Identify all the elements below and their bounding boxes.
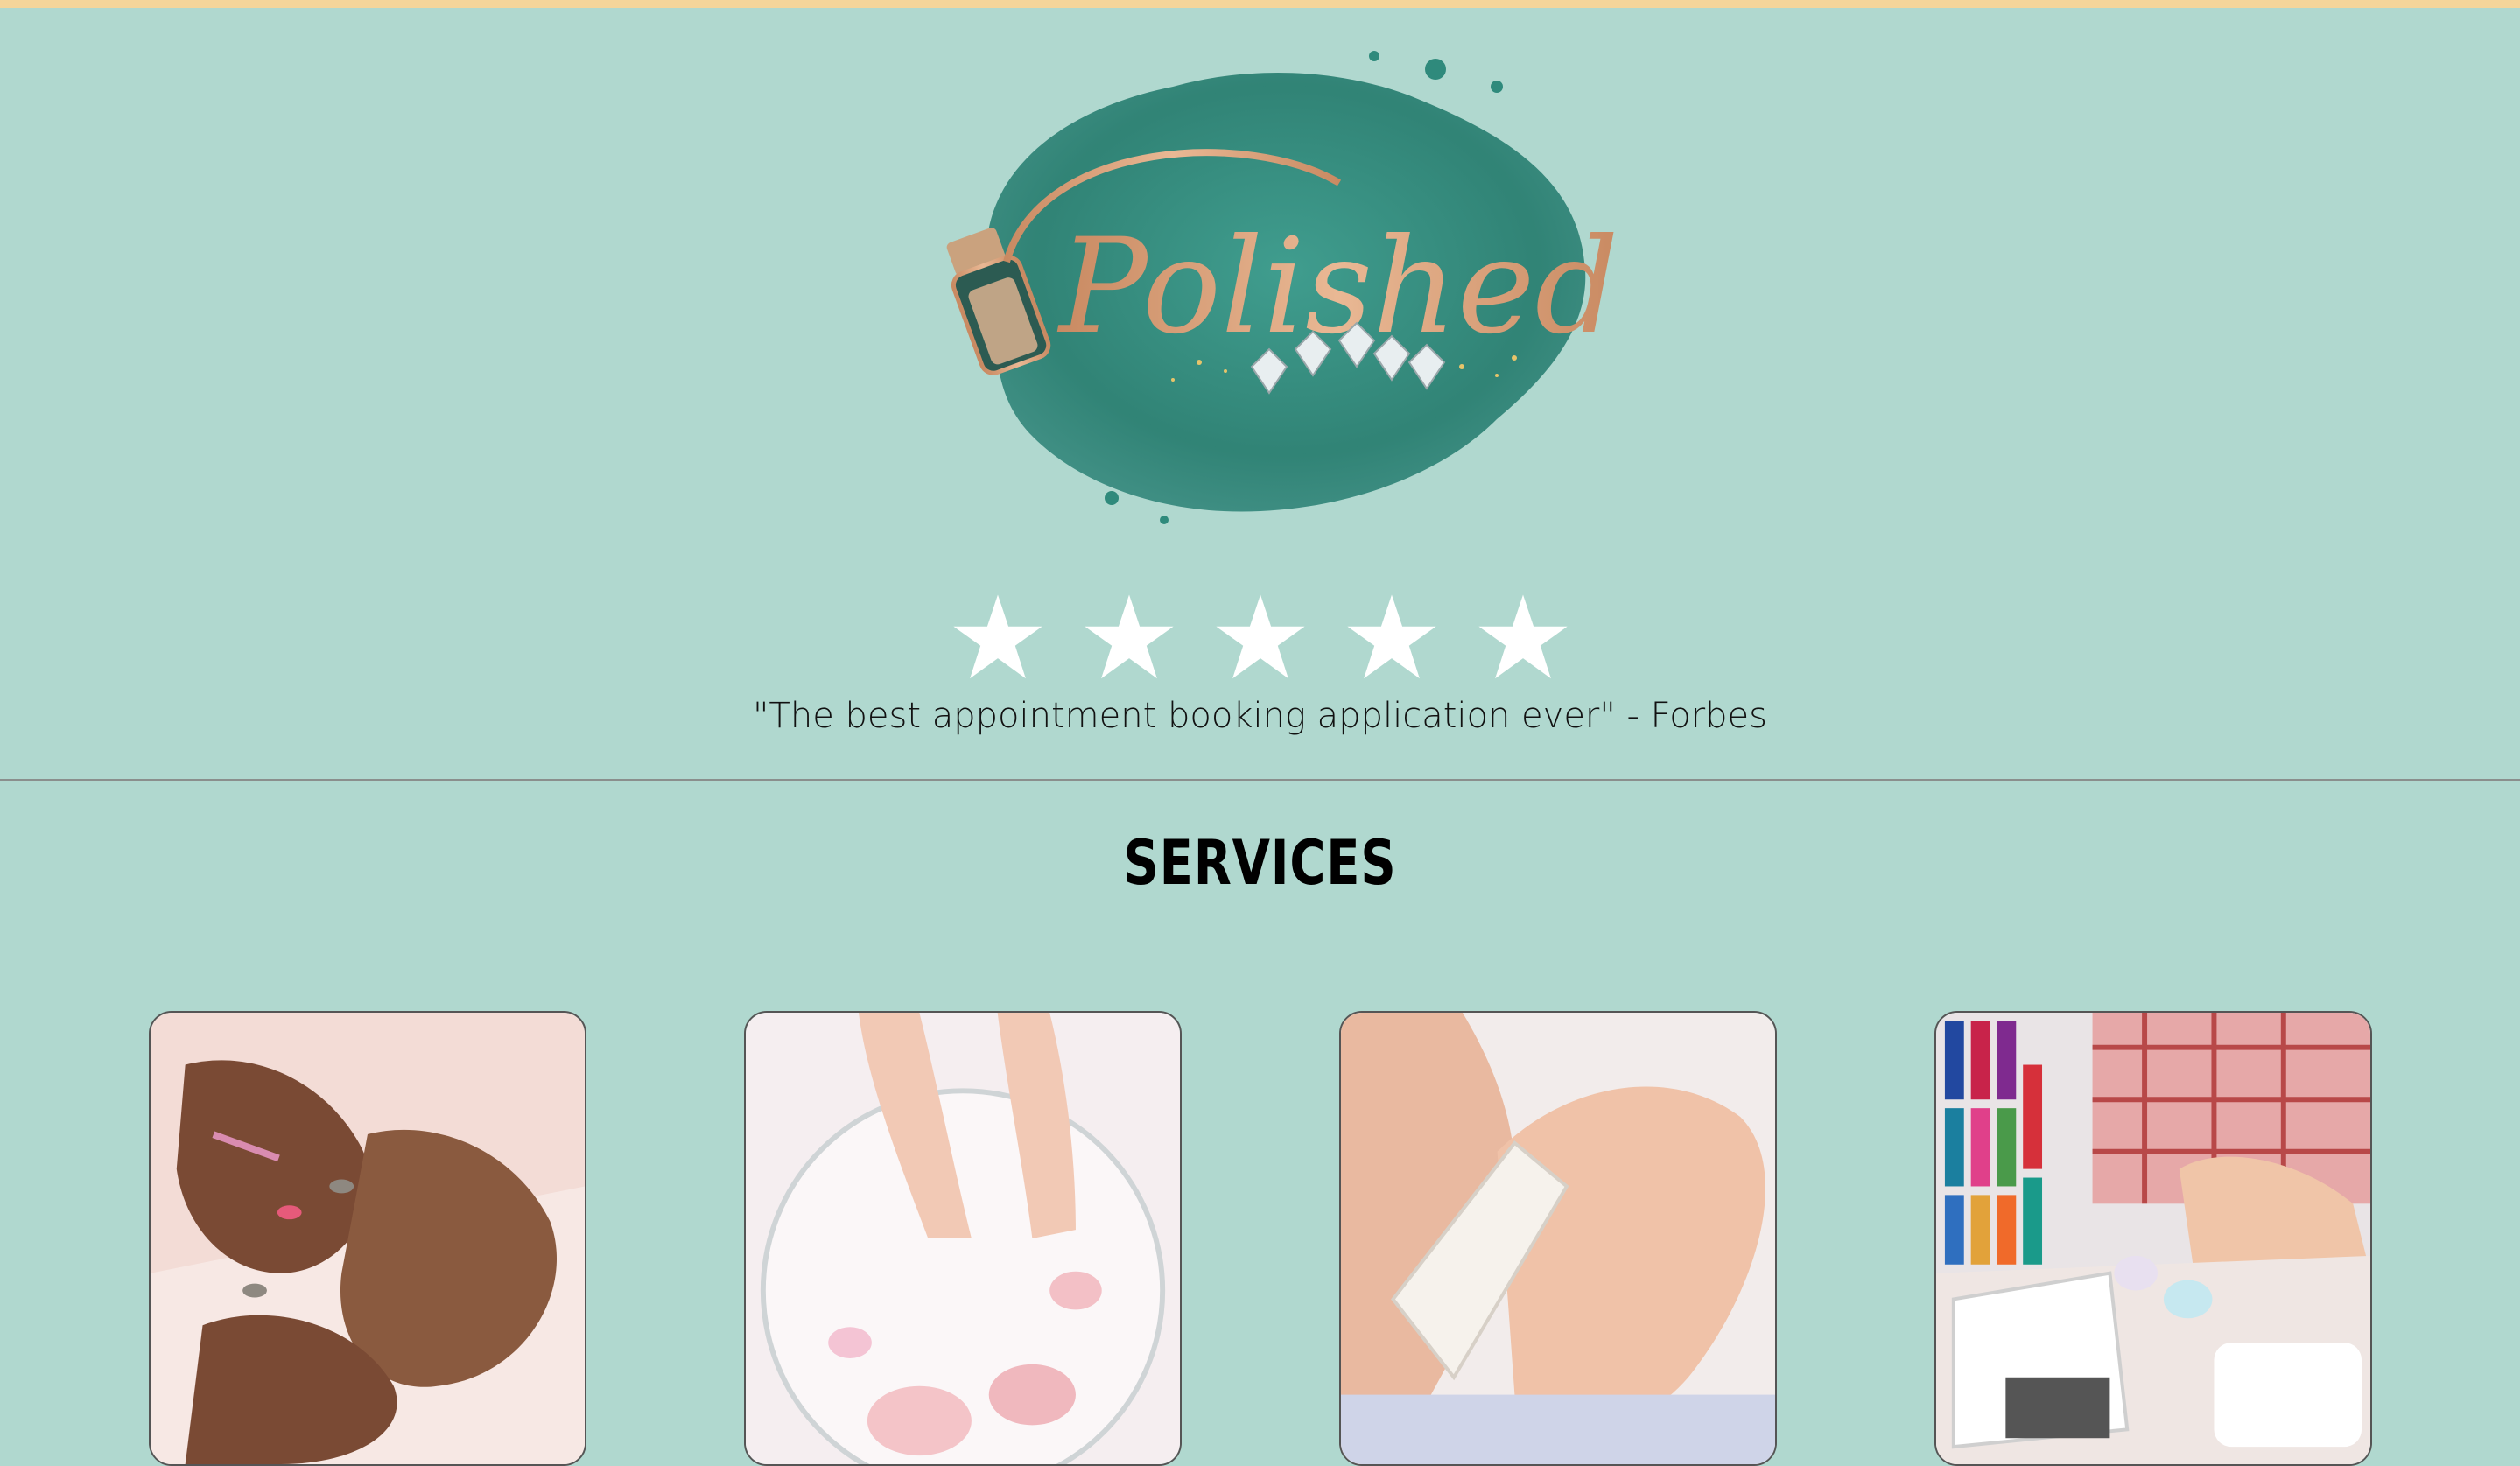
review-quote: "The best appointment booking applicatio… — [753, 696, 1767, 736]
star-icon — [1216, 594, 1305, 679]
hero-section: Polished "The best appointment booking a — [0, 8, 2520, 780]
gel-manicure-image — [1936, 1013, 2370, 1464]
star-icon — [1478, 594, 1568, 679]
star-icon — [1085, 594, 1174, 679]
service-card-gel-manicure[interactable] — [1934, 1011, 2372, 1466]
nail-buffing-image — [1341, 1013, 1775, 1464]
rating-stars — [950, 590, 1571, 686]
star-icon — [1347, 594, 1436, 679]
top-accent-bar — [0, 0, 2520, 8]
polished-logo[interactable]: Polished — [884, 34, 1619, 542]
section-divider — [0, 779, 2520, 781]
service-card-manicure-polish[interactable] — [149, 1011, 586, 1466]
svg-text:Polished: Polished — [1056, 211, 1618, 363]
service-card-hand-soak[interactable] — [744, 1011, 1182, 1466]
hand-soak-image — [746, 1013, 1180, 1464]
service-card-nail-buffing[interactable] — [1339, 1011, 1777, 1466]
star-icon — [953, 594, 1042, 679]
services-heading: SERVICES — [1123, 827, 1397, 899]
manicure-polish-image — [151, 1013, 585, 1464]
